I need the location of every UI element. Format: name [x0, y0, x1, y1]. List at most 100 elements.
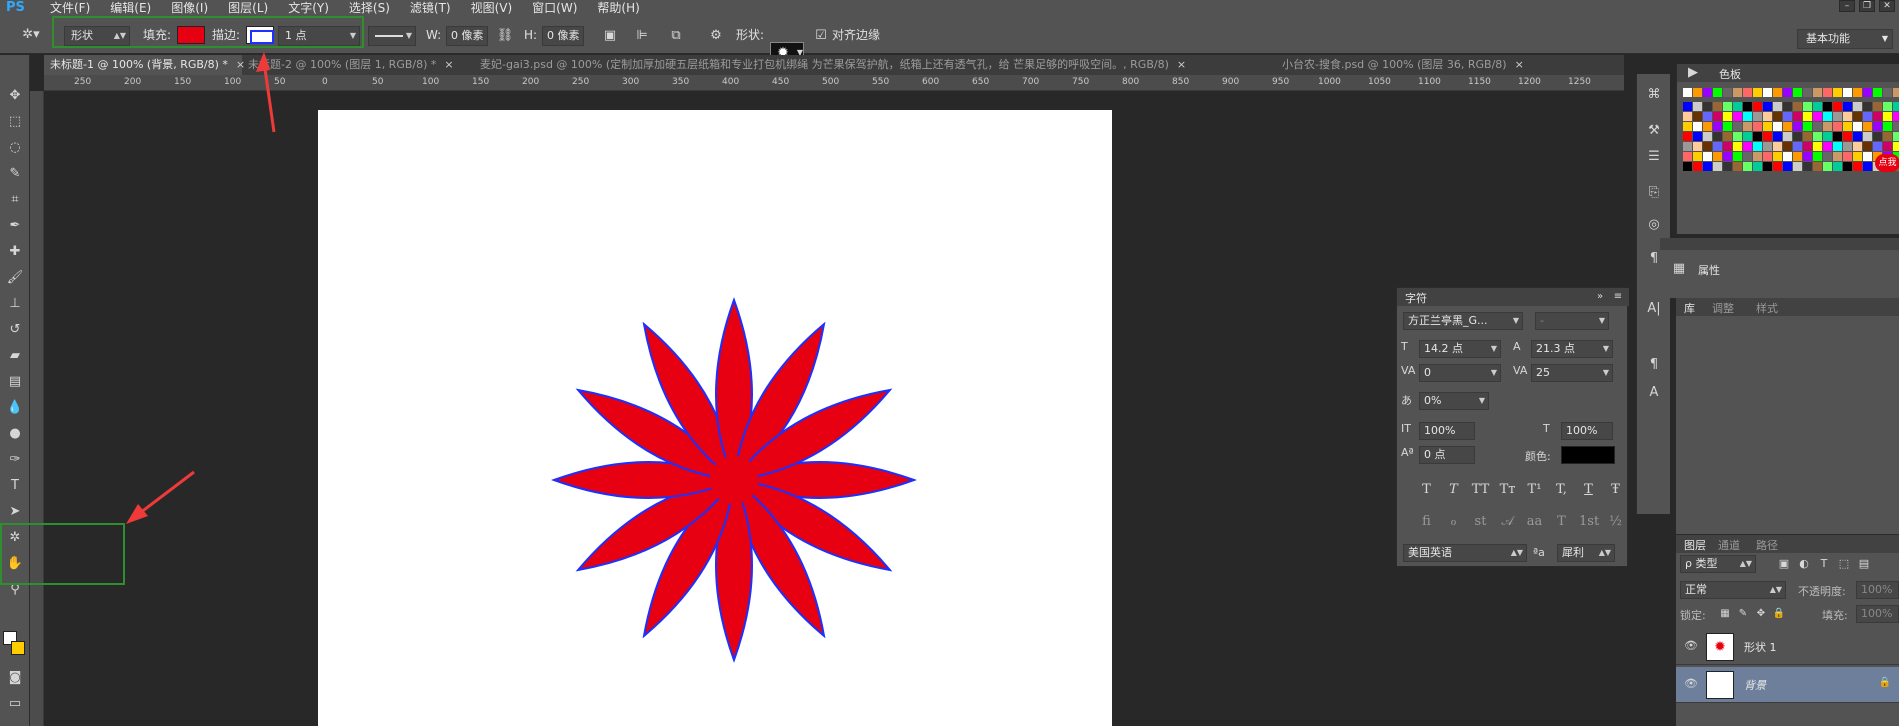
swatch[interactable] — [1753, 112, 1762, 121]
swatch[interactable] — [1853, 122, 1862, 131]
baseline-shift-input[interactable]: 0 点 — [1419, 446, 1475, 464]
swatch[interactable] — [1823, 102, 1832, 111]
swatch[interactable] — [1783, 102, 1792, 111]
swatch[interactable] — [1743, 122, 1752, 131]
faux-bold-button[interactable]: T — [1417, 482, 1436, 497]
swatch[interactable] — [1723, 122, 1732, 131]
swatch[interactable] — [1733, 142, 1742, 151]
panel-menu-icon[interactable]: ≡ — [1611, 288, 1625, 306]
swatch[interactable] — [1713, 162, 1722, 171]
tab-styles[interactable]: 样式 — [1756, 300, 1778, 316]
swatch[interactable] — [1743, 162, 1752, 171]
lock-transparency-icon[interactable]: ▦ — [1718, 605, 1732, 623]
stylistic-button[interactable]: aa — [1525, 514, 1544, 529]
swatch[interactable] — [1783, 112, 1792, 121]
swatch[interactable] — [1793, 102, 1802, 111]
character-styles-icon[interactable]: A — [1643, 382, 1665, 404]
swatch[interactable] — [1703, 162, 1712, 171]
swatch[interactable] — [1713, 102, 1722, 111]
swatch[interactable] — [1763, 132, 1772, 141]
titling-button[interactable]: T — [1552, 514, 1571, 529]
brush-preset-icon[interactable]: ⚒ — [1643, 120, 1665, 142]
swatch[interactable] — [1743, 132, 1752, 141]
swatch[interactable] — [1713, 142, 1722, 151]
tsume-input[interactable]: 0% ▼ — [1419, 392, 1489, 410]
swatch[interactable] — [1893, 112, 1899, 121]
swatch[interactable] — [1843, 112, 1852, 121]
layer-name[interactable]: 背景 — [1744, 677, 1766, 693]
swatch[interactable] — [1773, 132, 1782, 141]
swatch[interactable] — [1863, 88, 1872, 97]
layer-row[interactable]: 👁 ✹ 形状 1 — [1676, 629, 1899, 665]
strikethrough-button[interactable]: Ŧ — [1606, 482, 1625, 497]
kerning-input[interactable]: 0 ▼ — [1419, 364, 1501, 382]
swatch[interactable] — [1813, 88, 1822, 97]
superscript-button[interactable]: T¹ — [1525, 482, 1544, 497]
swatch[interactable] — [1683, 88, 1692, 97]
swatch[interactable] — [1793, 88, 1802, 97]
tab-channels[interactable]: 通道 — [1718, 537, 1740, 553]
swatch[interactable] — [1863, 152, 1872, 161]
swatch[interactable] — [1723, 102, 1732, 111]
swatch[interactable] — [1693, 112, 1702, 121]
swatch[interactable] — [1833, 142, 1842, 151]
swatch[interactable] — [1833, 132, 1842, 141]
swatch[interactable] — [1723, 162, 1732, 171]
swatch[interactable] — [1713, 112, 1722, 121]
swatch[interactable] — [1753, 122, 1762, 131]
swatch[interactable] — [1693, 122, 1702, 131]
alt-ligatures-button[interactable]: ℴ — [1444, 514, 1463, 529]
font-size-input[interactable]: 14.2 点 ▼ — [1419, 340, 1501, 358]
swatch[interactable] — [1843, 122, 1852, 131]
character-icon[interactable]: A| — [1643, 298, 1665, 320]
swatch[interactable] — [1693, 102, 1702, 111]
filter-shape-icon[interactable]: ⬚ — [1836, 555, 1852, 573]
swatch[interactable] — [1683, 132, 1692, 141]
swatch[interactable] — [1783, 132, 1792, 141]
swatch[interactable] — [1883, 122, 1892, 131]
swatch[interactable] — [1803, 88, 1812, 97]
swatch[interactable] — [1763, 112, 1772, 121]
swatch[interactable] — [1823, 112, 1832, 121]
antialias-select[interactable]: 犀利 ▲▼ — [1557, 544, 1615, 562]
swatch[interactable] — [1703, 122, 1712, 131]
swatch[interactable] — [1813, 112, 1822, 121]
swatch[interactable] — [1763, 122, 1772, 131]
swatch[interactable] — [1733, 152, 1742, 161]
swatch[interactable] — [1843, 102, 1852, 111]
swatch[interactable] — [1713, 132, 1722, 141]
swatch[interactable] — [1773, 102, 1782, 111]
swatch[interactable] — [1763, 142, 1772, 151]
swatch[interactable] — [1693, 88, 1702, 97]
swatch[interactable] — [1743, 142, 1752, 151]
layer-row[interactable]: 👁 背景 🔒 — [1676, 667, 1899, 703]
swatch[interactable] — [1773, 122, 1782, 131]
swatch[interactable] — [1793, 122, 1802, 131]
swatch[interactable] — [1863, 102, 1872, 111]
swatch[interactable] — [1893, 102, 1899, 111]
swatch[interactable] — [1723, 112, 1732, 121]
swatch[interactable] — [1823, 152, 1832, 161]
swatch[interactable] — [1803, 102, 1812, 111]
swatch[interactable] — [1833, 122, 1842, 131]
small-caps-button[interactable]: Tт — [1498, 482, 1517, 497]
swatch[interactable] — [1893, 88, 1899, 97]
swatch[interactable] — [1703, 132, 1712, 141]
underline-button[interactable]: T — [1579, 482, 1598, 497]
faux-italic-button[interactable]: T — [1444, 482, 1463, 497]
swatch[interactable] — [1703, 102, 1712, 111]
swatch[interactable] — [1773, 112, 1782, 121]
ligatures-button[interactable]: fi — [1417, 514, 1436, 529]
layer-filter-select[interactable]: ρ 类型 ▲▼ — [1680, 555, 1756, 573]
swatch[interactable] — [1683, 142, 1692, 151]
horizontal-scale-input[interactable]: 100% — [1561, 422, 1613, 440]
swatch[interactable] — [1753, 152, 1762, 161]
swatch[interactable] — [1773, 152, 1782, 161]
swatch[interactable] — [1693, 142, 1702, 151]
swatch[interactable] — [1753, 88, 1762, 97]
swatch[interactable] — [1683, 102, 1692, 111]
swatch[interactable] — [1753, 142, 1762, 151]
swatch[interactable] — [1823, 132, 1832, 141]
adjust-icon[interactable]: ☰ — [1643, 146, 1665, 168]
layer-name[interactable]: 形状 1 — [1744, 639, 1777, 655]
